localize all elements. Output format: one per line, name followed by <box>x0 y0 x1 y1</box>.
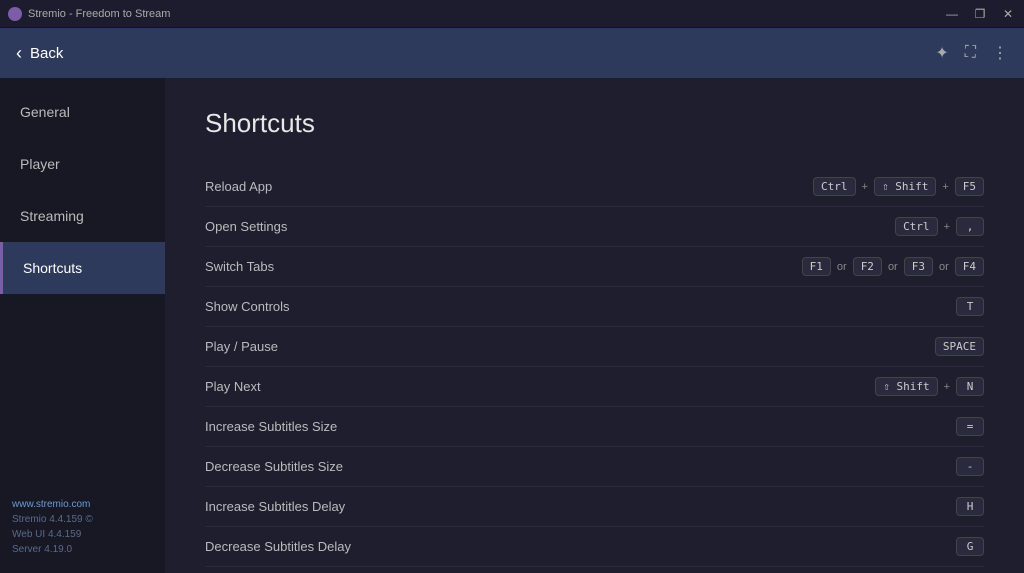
shortcut-name: Increase Subtitles Size <box>205 419 405 434</box>
key-badge: Ctrl <box>813 177 856 196</box>
shortcut-row: Decrease Subtitles Size - <box>205 447 984 487</box>
back-label: Back <box>30 45 63 62</box>
key-badge: T <box>956 297 984 316</box>
sidebar-item-shortcuts[interactable]: Shortcuts <box>0 242 165 294</box>
close-button[interactable]: ✕ <box>1000 7 1016 21</box>
header-actions: ✦ ⛶ ⋮ <box>935 43 1008 63</box>
window-controls[interactable]: — ❐ ✕ <box>944 7 1016 21</box>
shortcut-name: Play Next <box>205 379 405 394</box>
shortcut-row: Increase Subtitles Delay H <box>205 487 984 527</box>
shortcut-name: Open Settings <box>205 219 405 234</box>
key-separator: or <box>886 261 900 273</box>
sidebar-item-general[interactable]: General <box>0 86 165 138</box>
puzzle-icon[interactable]: ✦ <box>935 43 948 63</box>
sidebar: General Player Streaming Shortcuts www.s… <box>0 78 165 573</box>
key-badge: H <box>956 497 984 516</box>
key-separator: + <box>942 381 952 393</box>
shortcut-row: Decrease Subtitles Delay G <box>205 527 984 567</box>
shortcut-name: Increase Subtitles Delay <box>205 499 405 514</box>
shortcut-name: Decrease Subtitles Delay <box>205 539 405 554</box>
key-badge: Ctrl <box>895 217 938 236</box>
key-badge: SPACE <box>935 337 984 356</box>
shortcut-row: Switch Tabs F1 or F2 or F3 or F4 <box>205 247 984 287</box>
app-title: Stremio - Freedom to Stream <box>28 8 170 20</box>
shortcut-keys: F1 or F2 or F3 or F4 <box>802 257 984 276</box>
shortcut-keys: - <box>956 457 984 476</box>
key-separator: + <box>940 181 950 193</box>
key-separator: + <box>942 221 952 233</box>
key-badge: F1 <box>802 257 831 276</box>
shortcut-keys: Ctrl +, <box>895 217 984 236</box>
shortcut-name: Decrease Subtitles Size <box>205 459 405 474</box>
maximize-button[interactable]: ❐ <box>972 7 988 21</box>
titlebar-left: Stremio - Freedom to Stream <box>8 7 170 21</box>
key-separator: or <box>937 261 951 273</box>
shortcut-keys: ⇧ Shift + N <box>875 377 984 396</box>
shortcut-keys: T <box>956 297 984 316</box>
shortcut-keys: SPACE <box>935 337 984 356</box>
key-separator: + <box>860 181 870 193</box>
key-badge: F5 <box>955 177 984 196</box>
minimize-button[interactable]: — <box>944 7 960 21</box>
shortcut-row: Toggle SidebarO <box>205 567 984 573</box>
shortcut-name: Show Controls <box>205 299 405 314</box>
shortcut-name: Switch Tabs <box>205 259 405 274</box>
sidebar-footer: www.stremio.com Stremio 4.4.159 © Web UI… <box>0 489 165 565</box>
shortcut-keys: G <box>956 537 984 556</box>
shortcut-keys: H <box>956 497 984 516</box>
shortcut-row: Play Next ⇧ Shift + N <box>205 367 984 407</box>
sidebar-item-streaming[interactable]: Streaming <box>0 190 165 242</box>
key-badge: - <box>956 457 984 476</box>
key-badge: ⇧ Shift <box>875 377 937 396</box>
key-badge: F2 <box>853 257 882 276</box>
fullscreen-icon[interactable]: ⛶ <box>965 44 976 62</box>
shortcut-keys: = <box>956 417 984 436</box>
page-title: Shortcuts <box>205 108 984 139</box>
key-badge: N <box>956 377 984 396</box>
shortcut-keys: Ctrl + ⇧ Shift + F5 <box>813 177 984 196</box>
version-line1: Stremio 4.4.159 © <box>12 514 93 525</box>
sidebar-item-player[interactable]: Player <box>0 138 165 190</box>
key-badge: ⇧ Shift <box>874 177 936 196</box>
app-icon <box>8 7 22 21</box>
shortcut-row: Show Controls T <box>205 287 984 327</box>
version-line3: Server 4.19.0 <box>12 544 72 555</box>
menu-icon[interactable]: ⋮ <box>992 43 1008 63</box>
main-layout: General Player Streaming Shortcuts www.s… <box>0 78 1024 573</box>
header: ‹ Back ✦ ⛶ ⋮ <box>0 28 1024 78</box>
shortcut-row: Play / Pause SPACE <box>205 327 984 367</box>
shortcut-row: Increase Subtitles Size = <box>205 407 984 447</box>
key-badge: F4 <box>955 257 984 276</box>
shortcut-name: Play / Pause <box>205 339 405 354</box>
stremio-link[interactable]: www.stremio.com <box>12 499 90 510</box>
key-badge: , <box>956 217 984 236</box>
sidebar-nav: General Player Streaming Shortcuts <box>0 78 165 294</box>
key-badge: = <box>956 417 984 436</box>
content-area: Shortcuts Reload App Ctrl + ⇧ Shift + F5 Open … <box>165 78 1024 573</box>
shortcut-row: Open Settings Ctrl +, <box>205 207 984 247</box>
titlebar: Stremio - Freedom to Stream — ❐ ✕ <box>0 0 1024 28</box>
key-separator: or <box>835 261 849 273</box>
back-arrow-icon: ‹ <box>16 43 22 64</box>
back-button[interactable]: ‹ Back <box>16 43 63 64</box>
key-badge: G <box>956 537 984 556</box>
shortcuts-list: Reload App Ctrl + ⇧ Shift + F5 Open Settings Ct… <box>205 167 984 573</box>
shortcut-name: Reload App <box>205 179 405 194</box>
shortcut-row: Reload App Ctrl + ⇧ Shift + F5 <box>205 167 984 207</box>
version-line2: Web UI 4.4.159 <box>12 529 81 540</box>
key-badge: F3 <box>904 257 933 276</box>
